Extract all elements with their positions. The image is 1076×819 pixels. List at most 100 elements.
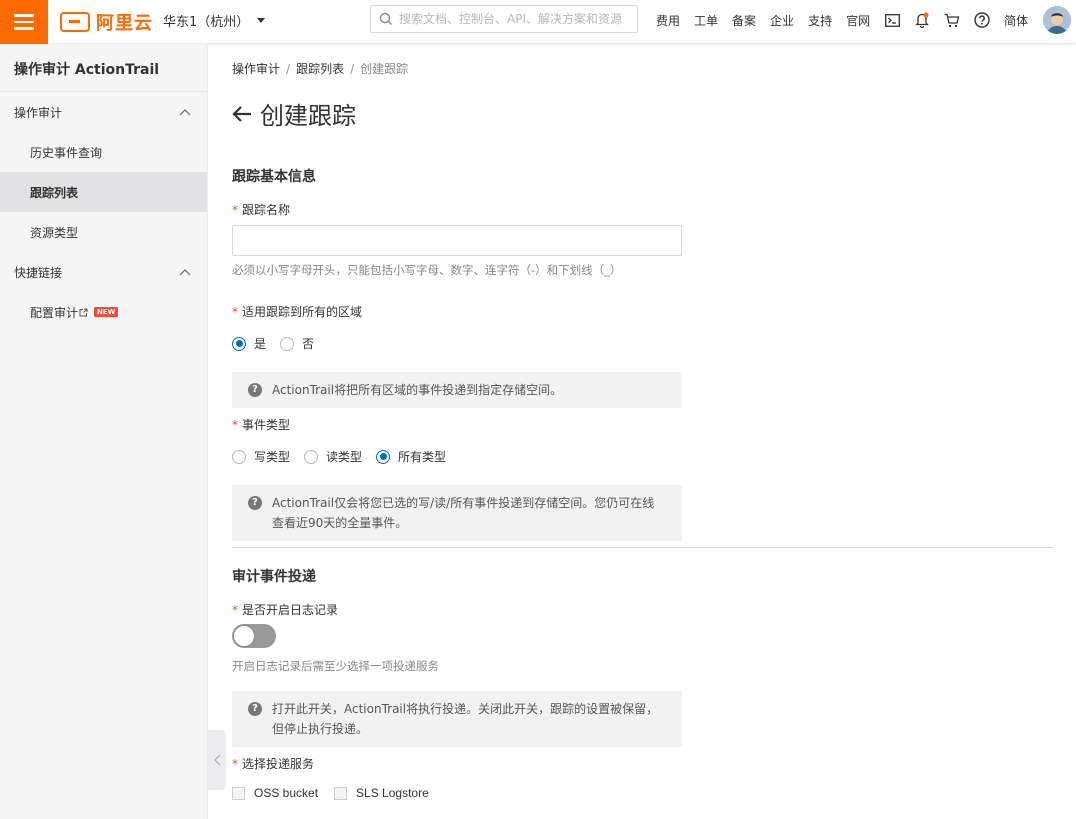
aliyun-logo[interactable]: 阿里云	[60, 9, 153, 35]
sidebar-item-resource-types[interactable]: 资源类型	[0, 212, 207, 252]
menu-line	[14, 20, 34, 24]
bell-icon[interactable]	[914, 12, 930, 28]
external-link-icon	[79, 308, 88, 316]
radio-dot	[376, 449, 391, 464]
logo-mark-icon	[60, 12, 90, 32]
new-badge: NEW	[94, 307, 119, 317]
breadcrumb-item-current: 创建跟踪	[360, 62, 409, 76]
search-icon	[379, 12, 392, 25]
required-mark: *	[232, 203, 238, 217]
event-type-read-radio[interactable]: 读类型	[304, 448, 362, 465]
sidebar-item-event-history[interactable]: 历史事件查询	[0, 132, 207, 172]
question-icon: ?	[248, 702, 262, 716]
hamburger-menu-button[interactable]	[0, 0, 48, 44]
top-navbar: 阿里云 华东1（杭州） 费用 工单 备案 企业 支持 官网 简体	[0, 0, 1076, 44]
cart-icon[interactable]	[944, 12, 960, 28]
sidebar-group-audit[interactable]: 操作审计	[0, 92, 207, 132]
service-label: * 选择投递服务	[232, 755, 314, 772]
event-type-all-radio[interactable]: 所有类型	[376, 448, 446, 465]
section-title-delivery: 审计事件投递	[232, 569, 316, 585]
breadcrumb-item-trail-list[interactable]: 跟踪列表	[296, 62, 344, 76]
sidebar-group-label: 快捷链接	[14, 265, 63, 280]
page-title-text: 创建跟踪	[260, 102, 356, 130]
radio-dot	[232, 336, 246, 351]
back-arrow-icon[interactable]	[232, 105, 252, 123]
required-mark: *	[232, 757, 238, 771]
sidebar: 操作审计 ActionTrail 操作审计 历史事件查询 跟踪列表 资源类型 快…	[0, 44, 208, 819]
sls-logstore-checkbox[interactable]: SLS Logstore	[334, 786, 429, 800]
sidebar-title: 操作审计 ActionTrail	[0, 44, 207, 92]
trail-name-input[interactable]	[232, 225, 682, 256]
menu-line	[14, 27, 34, 30]
all-regions-notice: ? ActionTrail将把所有区域的事件投递到指定存储空间。	[232, 372, 682, 408]
breadcrumb: 操作审计 / 跟踪列表 / 创建跟踪	[232, 60, 408, 77]
chevron-down-icon	[257, 18, 266, 23]
sidebar-collapse-button[interactable]	[208, 730, 226, 790]
radio-label: 写类型	[254, 450, 291, 464]
chevron-up-icon	[179, 109, 191, 116]
radio-label: 是	[254, 337, 267, 351]
sidebar-item-config-audit[interactable]: 配置审计 NEW	[0, 292, 207, 332]
logging-label: * 是否开启日志记录	[232, 601, 338, 618]
nav-support[interactable]: 支持	[808, 12, 832, 29]
radio-dot	[304, 449, 319, 464]
section-title-basic: 跟踪基本信息	[232, 169, 316, 185]
radio-label: 读类型	[326, 450, 363, 464]
page-title: 创建跟踪	[232, 96, 356, 131]
chevron-left-icon	[213, 754, 220, 766]
sidebar-item-label: 配置审计	[30, 305, 79, 320]
event-type-label-text: 事件类型	[242, 418, 291, 432]
required-mark: *	[232, 603, 238, 617]
nav-icp[interactable]: 备案	[732, 12, 756, 29]
nav-official-site[interactable]: 官网	[846, 12, 870, 29]
radio-label: 所有类型	[398, 450, 447, 464]
breadcrumb-item-audit[interactable]: 操作审计	[232, 62, 280, 76]
sidebar-group-quick-links[interactable]: 快捷链接	[0, 252, 207, 292]
checkbox-box	[334, 786, 348, 800]
radio-dot	[280, 336, 295, 351]
region-selector[interactable]: 华东1（杭州）	[163, 11, 266, 30]
breadcrumb-separator: /	[350, 62, 355, 76]
radio-dot	[232, 449, 246, 464]
nav-tickets[interactable]: 工单	[694, 12, 718, 29]
logging-toggle[interactable]	[232, 624, 276, 648]
terminal-icon[interactable]	[884, 12, 900, 28]
nav-enterprise[interactable]: 企业	[770, 12, 794, 29]
required-mark: *	[232, 418, 238, 432]
event-type-notice: ? ActionTrail仅会将您已选的写/读/所有事件投递到存储空间。您仍可在…	[232, 485, 682, 541]
language-switch[interactable]: 简体	[1004, 12, 1028, 29]
section-divider	[232, 547, 1054, 548]
sidebar-item-trail-list[interactable]: 跟踪列表	[0, 172, 207, 212]
menu-line	[14, 14, 34, 17]
avatar-image	[1043, 6, 1071, 34]
notice-text: ActionTrail仅会将您已选的写/读/所有事件投递到存储空间。您仍可在线查…	[272, 496, 655, 530]
all-regions-no-radio[interactable]: 否	[280, 335, 314, 352]
notice-text: ActionTrail将把所有区域的事件投递到指定存储空间。	[272, 383, 563, 397]
required-mark: *	[232, 305, 238, 319]
all-regions-yes-radio[interactable]: 是	[232, 335, 266, 352]
all-regions-label-text: 适用跟踪到所有的区域	[242, 305, 363, 319]
region-label: 华东1（杭州）	[163, 15, 250, 30]
toggle-knob	[233, 625, 255, 647]
delivery-service-checkboxes: OSS bucket SLS Logstore	[232, 786, 445, 800]
top-nav-links: 费用 工单 备案 企业 支持 官网 简体	[656, 0, 1042, 40]
trail-name-label-text: 跟踪名称	[242, 203, 291, 217]
all-regions-label: * 适用跟踪到所有的区域	[232, 303, 362, 320]
logging-notice: ? 打开此开关，ActionTrail将执行投递。关闭此开关，跟踪的设置被保留，…	[232, 691, 682, 747]
user-avatar[interactable]	[1043, 6, 1071, 34]
checkbox-label: SLS Logstore	[356, 786, 429, 800]
help-icon[interactable]	[974, 12, 990, 28]
logo-text: 阿里云	[96, 13, 153, 34]
logging-label-text: 是否开启日志记录	[242, 603, 339, 617]
event-type-write-radio[interactable]: 写类型	[232, 448, 290, 465]
all-regions-radio-group: 是 否	[232, 335, 328, 352]
notice-text: 打开此开关，ActionTrail将执行投递。关闭此开关，跟踪的设置被保留，但停…	[272, 702, 659, 736]
event-type-label: * 事件类型	[232, 416, 290, 433]
checkbox-label: OSS bucket	[254, 786, 319, 800]
breadcrumb-separator: /	[286, 62, 291, 76]
nav-billing[interactable]: 费用	[656, 12, 680, 29]
global-search[interactable]	[370, 5, 638, 33]
checkbox-box	[232, 786, 245, 800]
oss-bucket-checkbox[interactable]: OSS bucket	[232, 786, 318, 800]
search-input[interactable]	[399, 12, 637, 26]
